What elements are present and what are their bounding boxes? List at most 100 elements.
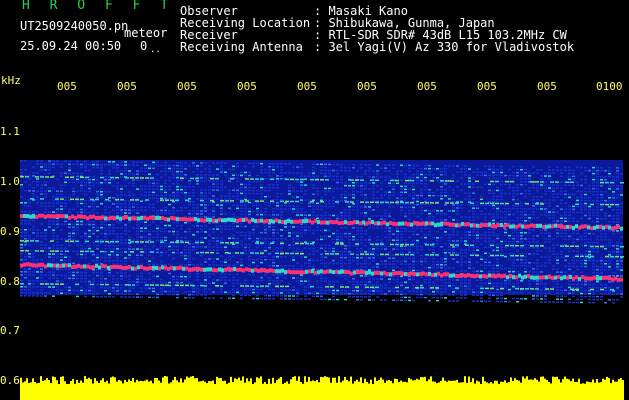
signal-speckle	[312, 214, 315, 217]
signal-speckle	[560, 190, 563, 192]
signal-speckle	[32, 166, 35, 168]
signal-speckle	[352, 268, 355, 271]
signal-speckle	[384, 284, 387, 286]
signal-speckle	[156, 224, 159, 227]
signal-speckle	[452, 300, 455, 302]
signal-speckle	[420, 275, 423, 278]
signal-speckle	[88, 229, 91, 232]
secondary-trace-segment	[555, 181, 559, 183]
secondary-trace-segment	[50, 240, 54, 242]
carrier-trace-segment	[455, 223, 458, 228]
signal-speckle	[276, 202, 279, 204]
signal-speckle	[428, 233, 431, 236]
signal-speckle	[248, 183, 251, 186]
signal-speckle	[572, 280, 575, 283]
signal-speckle	[24, 223, 27, 225]
signal-speckle	[568, 208, 571, 211]
signal-speckle	[440, 228, 443, 230]
signal-speckle	[292, 172, 295, 174]
signal-speckle	[284, 295, 287, 297]
signal-speckle	[296, 247, 299, 249]
signal-speckle	[244, 243, 247, 246]
signal-speckle	[76, 175, 79, 178]
signal-speckle	[364, 206, 367, 208]
signal-speckle	[508, 300, 511, 303]
signal-speckle	[500, 249, 503, 252]
signal-speckle	[528, 292, 531, 294]
signal-speckle	[196, 264, 199, 266]
signal-speckle	[444, 228, 447, 230]
signal-speckle	[440, 198, 443, 200]
signal-speckle	[84, 199, 87, 202]
signal-speckle	[356, 257, 359, 259]
signal-speckle	[372, 278, 375, 280]
signal-speckle	[220, 237, 223, 239]
signal-speckle	[268, 201, 271, 204]
signal-speckle	[452, 231, 455, 233]
signal-speckle	[124, 161, 127, 163]
signal-speckle	[156, 251, 159, 254]
signal-speckle	[228, 168, 231, 170]
signal-speckle	[108, 287, 111, 289]
signal-speckle	[52, 295, 55, 297]
signal-speckle	[544, 265, 547, 267]
signal-speckle	[616, 197, 619, 199]
signal-speckle	[572, 220, 575, 223]
secondary-trace-segment	[605, 203, 609, 206]
signal-speckle	[584, 274, 587, 277]
signal-speckle	[388, 206, 391, 208]
signal-speckle	[196, 198, 199, 200]
signal-speckle	[420, 284, 423, 287]
signal-speckle	[480, 297, 483, 300]
signal-speckle	[552, 253, 555, 255]
secondary-trace-segment	[615, 203, 619, 206]
signal-speckle	[464, 192, 467, 194]
signal-speckle	[336, 298, 339, 301]
signal-speckle	[516, 228, 519, 231]
signal-speckle	[100, 163, 103, 166]
signal-speckle	[172, 290, 175, 293]
signal-speckle	[344, 184, 347, 187]
signal-speckle	[400, 251, 403, 254]
signal-speckle	[544, 298, 547, 300]
carrier-trace-segment	[197, 266, 200, 271]
signal-speckle	[104, 230, 107, 232]
signal-speckle	[428, 167, 431, 170]
signal-speckle	[256, 258, 259, 261]
signal-speckle	[96, 229, 99, 232]
signal-speckle	[84, 280, 87, 283]
signal-speckle	[48, 205, 51, 207]
signal-speckle	[616, 194, 619, 196]
signal-speckle	[400, 236, 403, 239]
signal-speckle	[104, 224, 107, 226]
signal-speckle	[68, 169, 71, 172]
signal-speckle	[608, 281, 611, 283]
signal-speckle	[516, 291, 519, 294]
signal-speckle	[588, 184, 591, 187]
carrier-trace-segment	[239, 217, 242, 222]
signal-speckle	[568, 196, 571, 199]
signal-speckle	[120, 197, 123, 199]
carrier-trace-segment	[104, 264, 107, 269]
signal-speckle	[184, 290, 187, 293]
signal-speckle	[264, 273, 267, 276]
signal-speckle	[136, 209, 139, 211]
signal-speckle	[68, 277, 71, 280]
signal-speckle	[312, 232, 315, 235]
signal-speckle	[620, 263, 623, 265]
carrier-trace-segment	[68, 215, 71, 220]
signal-speckle	[552, 172, 555, 174]
carrier-trace-segment	[590, 226, 593, 231]
signal-speckle	[88, 220, 91, 223]
signal-speckle	[176, 209, 179, 212]
signal-speckle	[36, 160, 39, 162]
signal-speckle	[292, 238, 295, 240]
signal-speckle	[312, 292, 315, 295]
signal-speckle	[244, 192, 247, 195]
signal-speckle	[272, 163, 275, 165]
signal-speckle	[236, 231, 239, 234]
signal-speckle	[36, 202, 39, 204]
signal-speckle	[460, 270, 463, 272]
signal-speckle	[612, 179, 615, 181]
signal-speckle	[380, 248, 383, 250]
